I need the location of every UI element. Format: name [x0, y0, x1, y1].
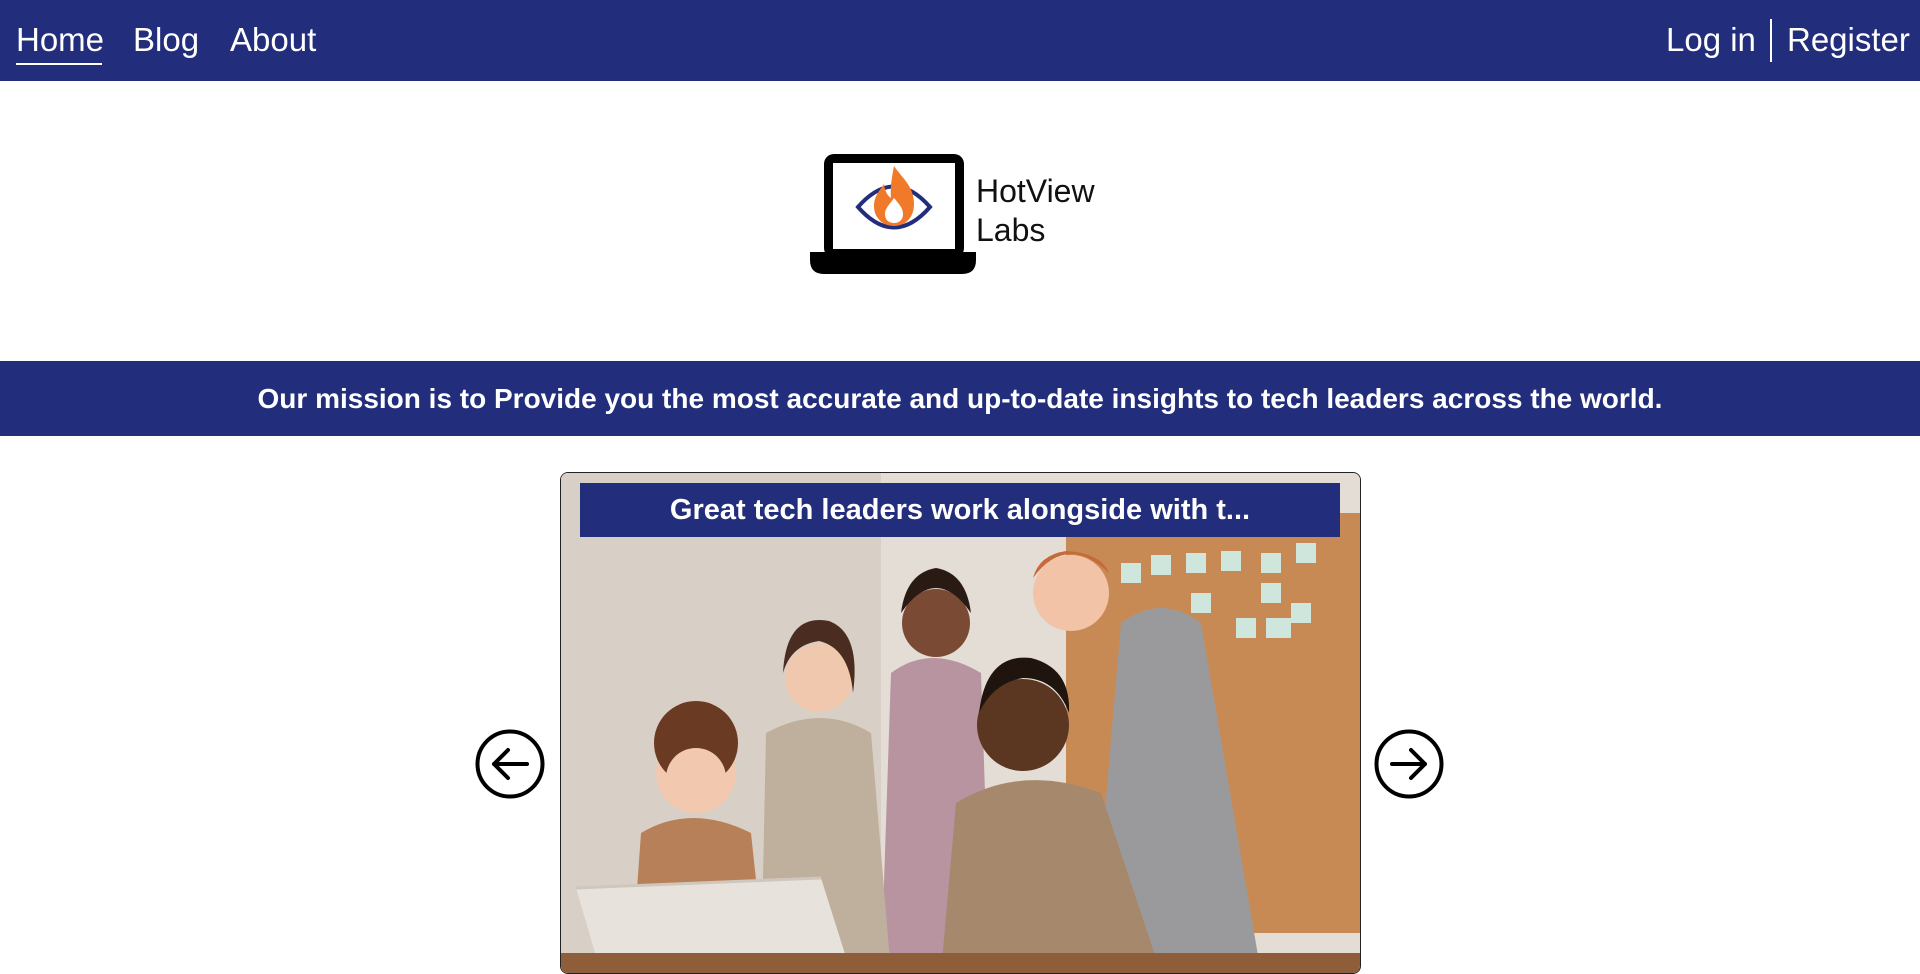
mission-banner: Our mission is to Provide you the most a…: [0, 361, 1920, 436]
logo-text-line2: Labs: [976, 212, 1046, 248]
nav-divider: [1770, 19, 1772, 62]
laptop-eye-flame-icon: [810, 154, 976, 274]
active-nav-underline: [16, 63, 102, 65]
logo-text: HotView Labs: [976, 172, 1095, 250]
nav-about-link[interactable]: About: [230, 18, 316, 62]
login-link[interactable]: Log in: [1666, 18, 1756, 62]
site-logo[interactable]: HotView Labs: [808, 148, 1108, 278]
top-navbar: Home Blog About Log in Register: [0, 0, 1920, 81]
arrow-left-circle-icon[interactable]: [475, 729, 545, 799]
article-carousel: Great tech leaders work alongside with t…: [560, 472, 1361, 974]
arrow-right-circle-icon[interactable]: [1374, 729, 1444, 799]
nav-home-link[interactable]: Home: [16, 18, 104, 62]
nav-blog-link[interactable]: Blog: [133, 18, 199, 62]
logo-text-line1: HotView: [976, 173, 1095, 209]
slide-image[interactable]: [561, 473, 1360, 973]
slide-title[interactable]: Great tech leaders work alongside with t…: [580, 483, 1340, 537]
register-link[interactable]: Register: [1787, 18, 1910, 62]
mission-text: Our mission is to Provide you the most a…: [257, 382, 1663, 414]
